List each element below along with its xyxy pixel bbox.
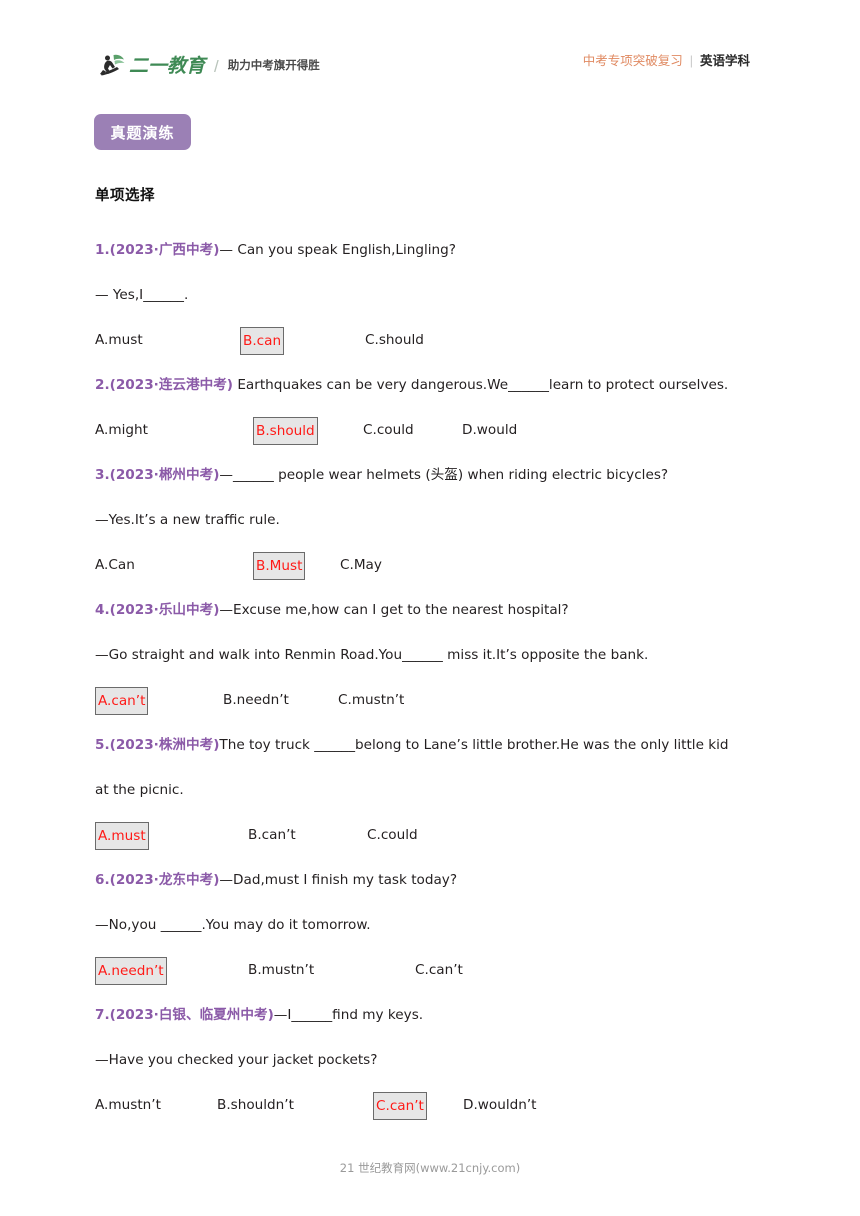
header-subject-label: 英语学科 [699,53,750,68]
option-choice[interactable]: A.might [95,408,148,453]
question-stem-text: —______ people wear helmets (头盔) when ri… [219,467,669,483]
option-selected-answer[interactable]: C.can’t [373,1092,427,1120]
question-stem-line2: —Have you checked your jacket pockets? [95,1052,378,1068]
question-stem: 4.(2023·乐山中考)—Excuse me,how can I get to… [95,588,785,633]
option-selected-answer[interactable]: A.needn’t [95,957,167,985]
question-source-tag: 4.(2023·乐山中考) [95,602,220,618]
header-separator: | [689,54,693,68]
option-choice[interactable]: D.would [462,408,517,453]
question-stem-text: — Can you speak English,Lingling? [219,242,457,258]
option-choice[interactable]: B.needn’t [223,678,289,723]
option-row: A.Can B.Must C.May [95,543,785,588]
option-choice[interactable]: C.could [363,408,414,453]
section-badge: 真题演练 [94,114,191,150]
option-row: A.mustn’t B.shouldn’t C.can’t D.wouldn’t [95,1083,785,1128]
question-block: 6.(2023·龙东中考)—Dad,must I finish my task … [95,858,785,993]
question-stem-line2: at the picnic. [95,782,184,798]
question-source-tag: 2.(2023·连云港中考) [95,377,234,393]
option-choice[interactable]: D.wouldn’t [463,1083,537,1128]
section-heading: 单项选择 [95,188,155,204]
question-stem-text: The toy truck ______belong to Lane’s lit… [219,737,729,753]
option-row: A.needn’t B.mustn’t C.can’t [95,948,785,993]
option-row: A.can’t B.needn’t C.mustn’t [95,678,785,723]
logo-wordmark: 二一教育 [129,54,206,77]
option-choice[interactable]: B.mustn’t [248,948,314,993]
question-stem-text: Earthquakes can be very dangerous.We____… [233,377,729,393]
logo-slogan: 助力中考旗开得胜 [227,58,320,73]
question-stem-line2: —No,you ______.You may do it tomorrow. [95,917,371,933]
option-choice[interactable]: A.Can [95,543,135,588]
question-stem: 5.(2023·株洲中考)The toy truck ______belong … [95,723,785,768]
question-stem-text: —I______find my keys. [273,1007,424,1023]
footer-text: 21 世纪教育网(www.21cnjy.com) [339,1161,521,1175]
option-selected-answer[interactable]: B.Must [253,552,306,580]
option-choice[interactable]: B.shouldn’t [217,1083,294,1128]
option-selected-answer[interactable]: A.must [95,822,149,850]
question-block: 2.(2023·连云港中考) Earthquakes can be very d… [95,363,785,453]
question-stem: 7.(2023·白银、临夏州中考)—I______find my keys. [95,993,785,1038]
option-row: A.must B.can C.should [95,318,785,363]
page-header: 二一教育 / 助力中考旗开得胜 中考专项突破复习 | 英语学科 [0,47,860,87]
question-stem: 6.(2023·龙东中考)—Dad,must I finish my task … [95,858,785,903]
option-choice[interactable]: B.can’t [248,813,296,858]
question-block: 3.(2023·郴州中考)—______ people wear helmets… [95,453,785,588]
question-source-tag: 7.(2023·白银、临夏州中考) [95,1007,274,1023]
option-choice[interactable]: A.must [95,318,143,363]
option-selected-answer[interactable]: A.can’t [95,687,149,715]
question-stem-text: —Excuse me,how can I get to the nearest … [219,602,569,618]
question-stem: 3.(2023·郴州中考)—______ people wear helmets… [95,453,785,498]
question-stem-text: —Dad,must I finish my task today? [219,872,458,888]
option-choice[interactable]: A.mustn’t [95,1083,161,1128]
option-selected-answer[interactable]: B.should [253,417,318,445]
running-person-icon [100,54,125,76]
question-source-tag: 1.(2023·广西中考) [95,242,220,258]
option-selected-answer[interactable]: B.can [240,327,285,355]
question-block: 5.(2023·株洲中考)The toy truck ______belong … [95,723,785,858]
question-source-tag: 6.(2023·龙东中考) [95,872,220,888]
option-choice[interactable]: C.can’t [415,948,463,993]
question-stem-line2: —Yes.It’s a new traffic rule. [95,512,280,528]
question-stem-line2: — Yes,I______. [95,287,189,303]
header-review-label: 中考专项突破复习 [582,53,683,68]
logo-divider: / [214,56,219,76]
option-choice[interactable]: C.should [365,318,424,363]
question-stem: 2.(2023·连云港中考) Earthquakes can be very d… [95,363,785,408]
site-logo[interactable]: 二一教育 / 助力中考旗开得胜 [97,47,320,85]
option-choice[interactable]: C.May [340,543,382,588]
question-source-tag: 5.(2023·株洲中考) [95,737,220,753]
option-row: A.must B.can’t C.could [95,813,785,858]
option-row: A.might B.should C.could D.would [95,408,785,453]
question-source-tag: 3.(2023·郴州中考) [95,467,220,483]
option-choice[interactable]: C.could [367,813,418,858]
page-footer: 21 世纪教育网(www.21cnjy.com) [0,1160,860,1176]
question-block: 7.(2023·白银、临夏州中考)—I______find my keys. —H… [95,993,785,1128]
question-list: 1.(2023·广西中考)— Can you speak English,Lin… [95,228,785,1128]
question-block: 4.(2023·乐山中考)—Excuse me,how can I get to… [95,588,785,723]
question-block: 1.(2023·广西中考)— Can you speak English,Lin… [95,228,785,363]
question-stem: 1.(2023·广西中考)— Can you speak English,Lin… [95,228,785,273]
question-stem-line2: —Go straight and walk into Renmin Road.Y… [95,647,649,663]
option-choice[interactable]: C.mustn’t [338,678,404,723]
header-subject-info: 中考专项突破复习 | 英语学科 [582,53,750,68]
section-badge-label: 真题演练 [110,123,175,142]
